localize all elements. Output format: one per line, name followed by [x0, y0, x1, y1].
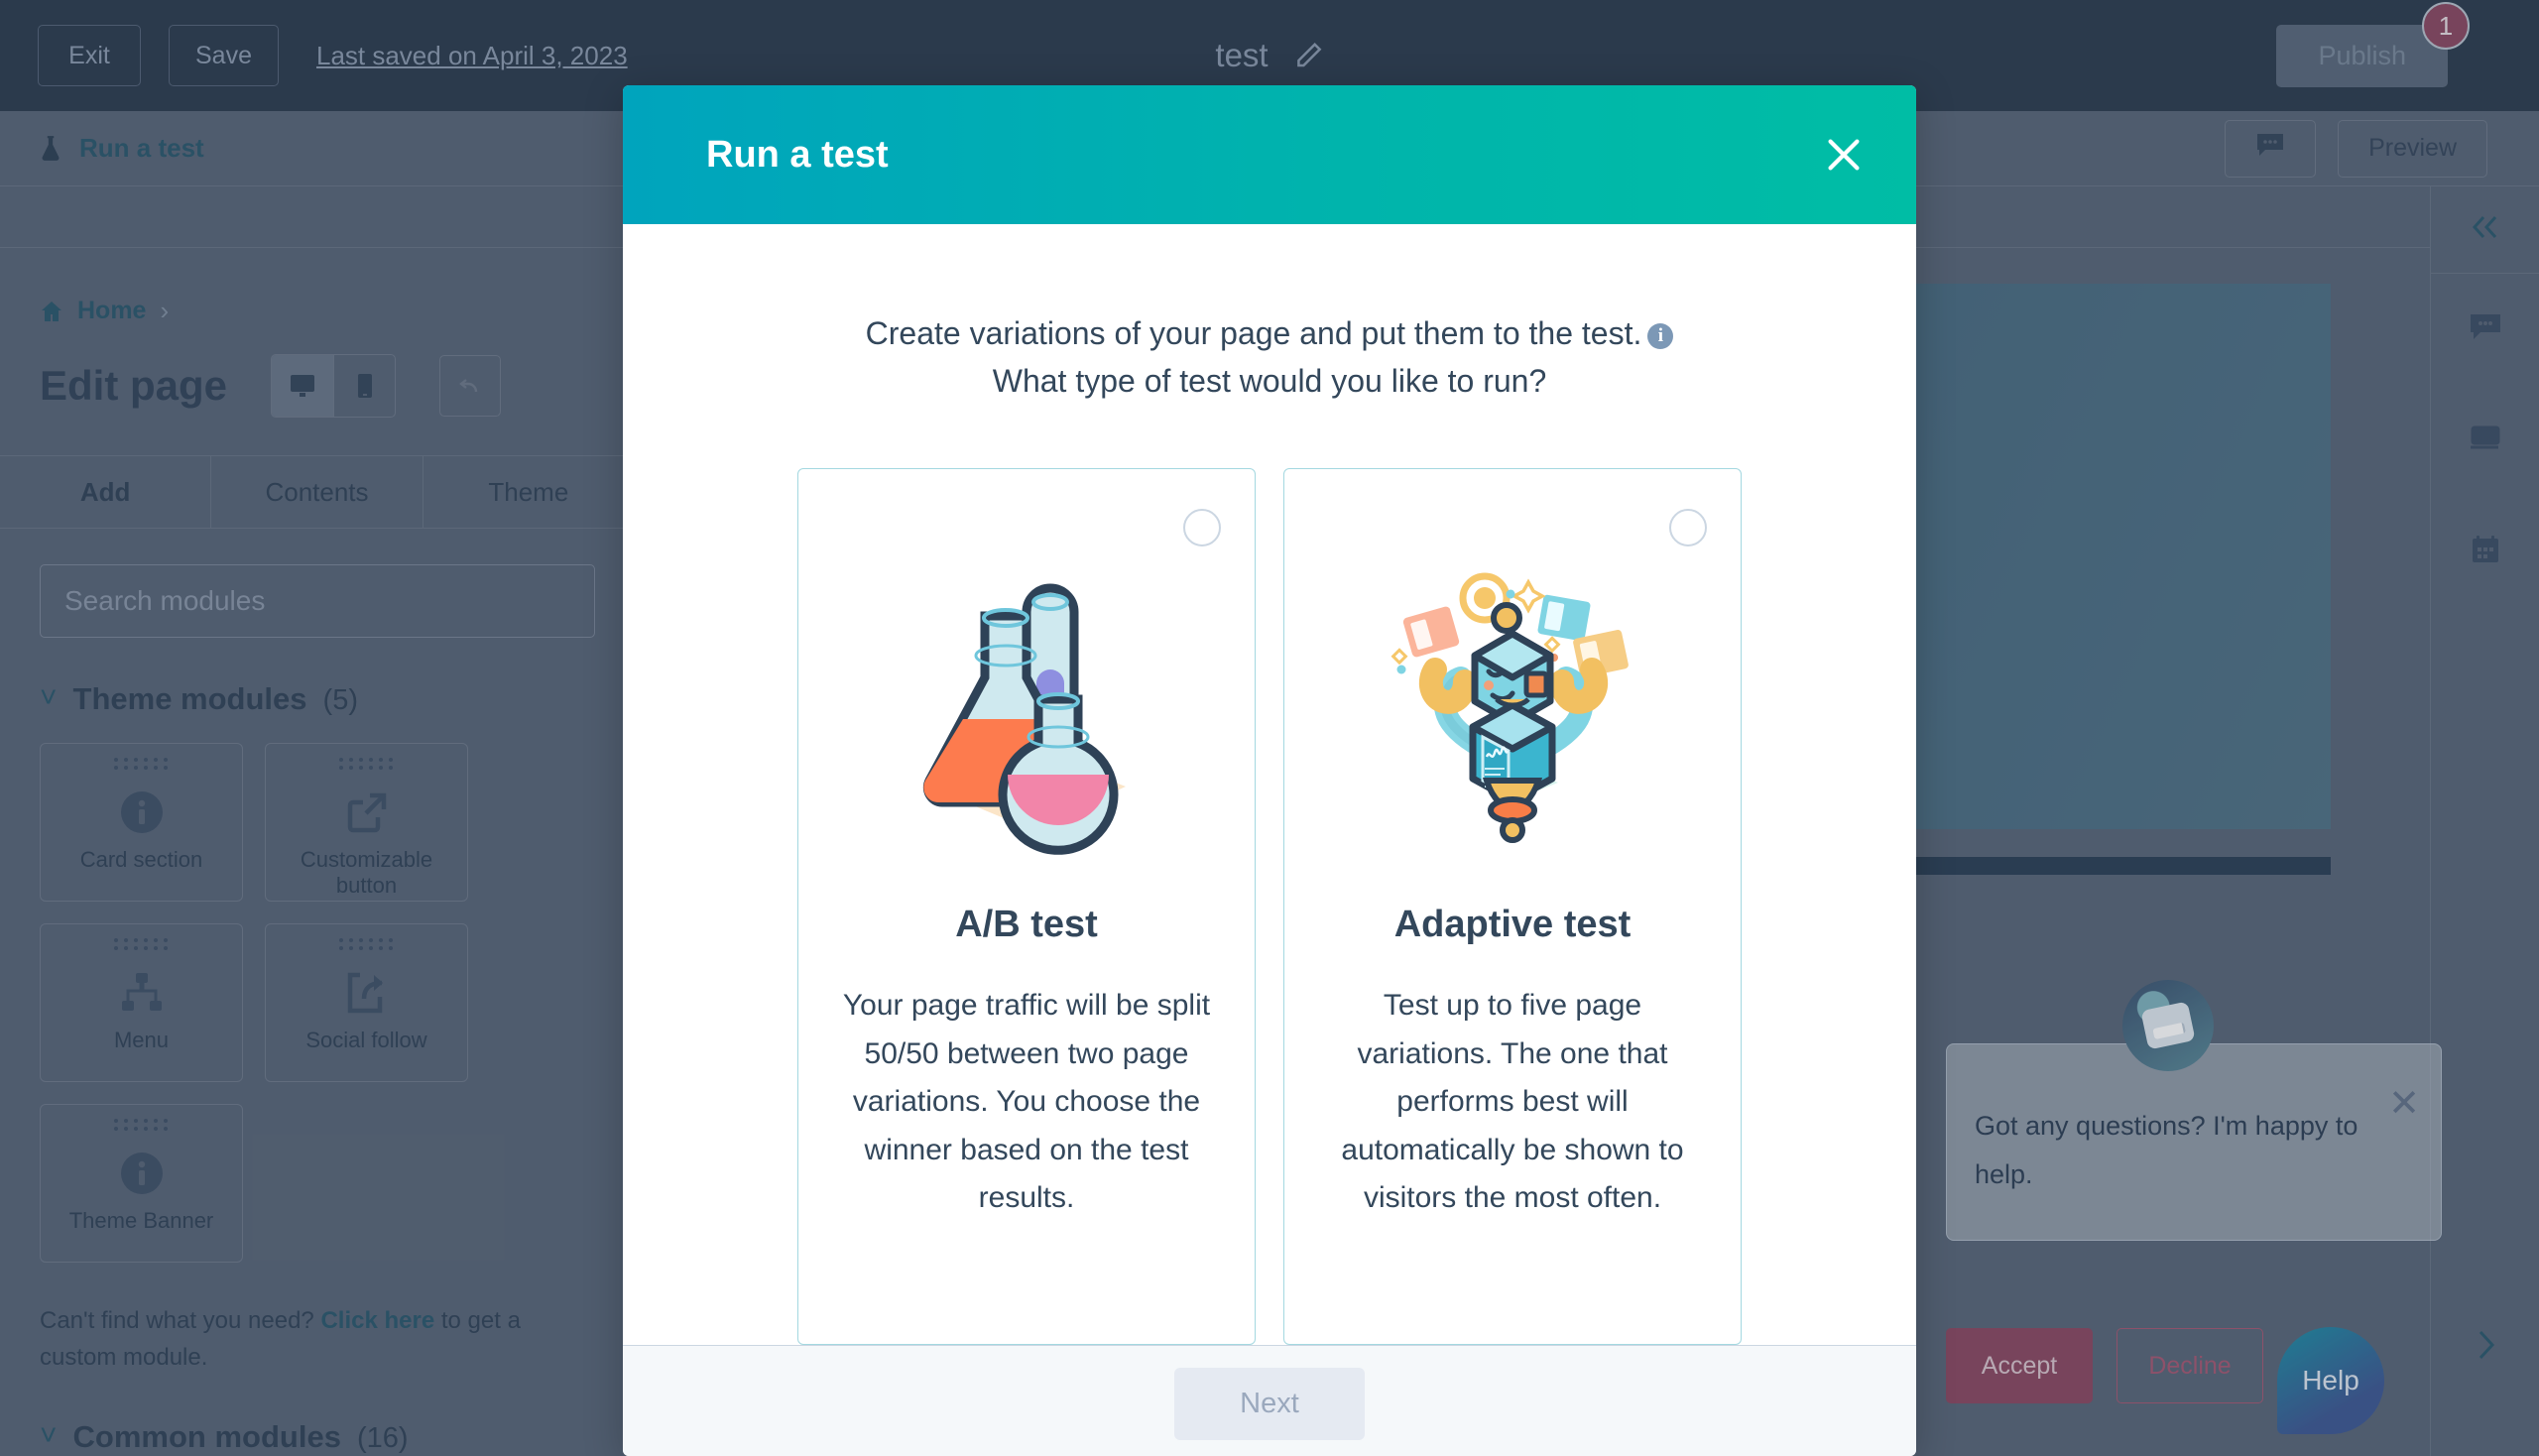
- modal-lede-line1: Create variations of your page and put t…: [865, 315, 1642, 351]
- option-title: A/B test: [955, 904, 1098, 945]
- flasks-illustration: [878, 541, 1175, 858]
- option-title: Adaptive test: [1393, 904, 1632, 945]
- option-ab-test[interactable]: A/B test Your page traffic will be split…: [797, 468, 1256, 1345]
- run-a-test-modal: Run a test Create variations of your pag…: [623, 85, 1916, 1456]
- modal-title: Run a test: [706, 133, 889, 176]
- radio-ab-test[interactable]: [1183, 509, 1221, 546]
- modal-lede: Create variations of your page and put t…: [866, 309, 1674, 405]
- test-type-options: A/B test Your page traffic will be split…: [797, 468, 1742, 1345]
- option-description: Your page traffic will be split 50/50 be…: [842, 989, 1211, 1215]
- modal-body: Create variations of your page and put t…: [623, 224, 1916, 1345]
- option-adaptive-test[interactable]: Adaptive test Test up to five page varia…: [1283, 468, 1742, 1345]
- close-icon[interactable]: [1821, 132, 1867, 178]
- app-root: Exit Save Last saved on April 3, 2023 te…: [0, 0, 2539, 1456]
- radio-adaptive-test[interactable]: [1669, 509, 1707, 546]
- modal-lede-line2: What type of test would you like to run?: [992, 363, 1547, 399]
- robot-illustration: [1364, 541, 1661, 858]
- modal-footer: Next: [623, 1345, 1916, 1456]
- next-button[interactable]: Next: [1174, 1368, 1365, 1440]
- modal-header: Run a test: [623, 85, 1916, 224]
- option-description: Test up to five page variations. The one…: [1341, 989, 1684, 1215]
- info-icon[interactable]: i: [1647, 323, 1674, 350]
